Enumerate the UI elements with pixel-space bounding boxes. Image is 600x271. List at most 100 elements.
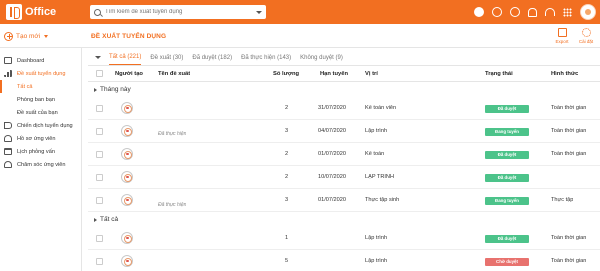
position: Lập trình — [365, 128, 388, 134]
sidebar-item-label: Đề xuất tuyển dụng — [17, 70, 66, 77]
status-badge: Đang tuyển — [485, 197, 529, 205]
row-checkbox[interactable] — [96, 128, 103, 135]
bar-chart-icon — [4, 70, 12, 77]
search-icon — [94, 8, 101, 16]
sidebar-item-label: Lịch phỏng vấn — [17, 148, 55, 155]
group-header-all[interactable]: Tất cả — [88, 214, 600, 225]
creator-avatar — [121, 148, 133, 160]
sidebar-item-label: Chăm sóc ứng viên — [17, 161, 66, 168]
help-icon[interactable] — [510, 7, 520, 17]
sidebar-item-dashboard[interactable]: Dashboard — [0, 54, 81, 67]
tab-rejected[interactable]: Không duyệt (9) — [300, 55, 343, 65]
gear-icon — [581, 28, 591, 37]
quantity: 3 — [285, 197, 289, 203]
row-checkbox[interactable] — [96, 151, 103, 158]
tab-proposed[interactable]: Đề xuất (30) — [150, 55, 183, 65]
position: Kế toán viên — [365, 105, 397, 111]
proposal-name: Đã thực hiện — [158, 202, 187, 208]
column-header-form[interactable]: Hình thức — [551, 71, 578, 77]
sidebar-item-interview-schedule[interactable]: Lịch phỏng vấn — [0, 145, 81, 158]
quantity: 2 — [285, 151, 289, 157]
creator-avatar — [121, 255, 133, 267]
column-header-quantity[interactable]: Số lượng — [273, 71, 299, 77]
group-header-this-month[interactable]: Tháng này — [88, 84, 600, 95]
user-avatar[interactable] — [580, 4, 596, 20]
status-badge-label: Đang tuyển — [485, 128, 529, 136]
column-header-position[interactable]: Vị trí — [365, 71, 378, 77]
collapse-icon[interactable] — [95, 56, 101, 59]
column-header-creator[interactable]: Người tạo — [115, 71, 143, 77]
employment-form: Toàn thời gian — [551, 105, 587, 111]
table-row[interactable]: Đã thực hiện 3 01/07/2020 Thực tập sinh … — [88, 189, 600, 212]
sidebar: Dashboard Đề xuất tuyển dụng Tất cả Phòn… — [0, 48, 82, 271]
status-badge-label: Đã duyệt — [485, 235, 529, 243]
position: Lập trình — [365, 258, 388, 264]
sidebar-item-campaigns[interactable]: Chiến dịch tuyển dụng — [0, 119, 81, 132]
table-row[interactable]: Đã thực hiện 3 04/07/2020 Lập trình Đang… — [88, 120, 600, 143]
export-button[interactable]: Export — [552, 28, 572, 44]
position: Thực tập sinh — [365, 197, 400, 203]
row-checkbox[interactable] — [96, 174, 103, 181]
search-input[interactable] — [105, 9, 256, 15]
headset-icon[interactable] — [545, 8, 555, 16]
sidebar-item-label: Phòng ban bạn — [17, 96, 55, 103]
workplace-icon[interactable] — [474, 7, 484, 17]
page-title: ĐỀ XUẤT TUYỂN DỤNG — [91, 33, 167, 40]
status-badge-label: Chờ duyệt — [485, 258, 529, 266]
table-row[interactable]: 2 01/07/2020 Kế toán Đã duyệt Toàn thời … — [88, 143, 600, 166]
sidebar-subitem-your-department[interactable]: Phòng ban bạn — [0, 93, 81, 106]
row-checkbox[interactable] — [96, 258, 103, 265]
create-button[interactable]: Tạo mới — [4, 30, 49, 42]
status-badge: Chờ duyệt — [485, 258, 529, 266]
sidebar-item-candidates[interactable]: Hồ sơ ứng viên — [0, 132, 81, 145]
deadline: 04/07/2020 — [318, 128, 346, 134]
column-header-deadline[interactable]: Hạn tuyển — [320, 71, 348, 77]
user-icon[interactable] — [492, 7, 502, 17]
status-badge-label: Đã duyệt — [485, 174, 529, 182]
position: Lập trình — [365, 235, 388, 241]
row-checkbox[interactable] — [96, 235, 103, 242]
quantity: 3 — [285, 128, 289, 134]
sidebar-subitem-your-proposals[interactable]: Đề xuất của bạn — [0, 106, 81, 119]
creator-avatar — [121, 125, 133, 137]
quantity: 5 — [285, 258, 289, 264]
create-label: Tạo mới — [16, 32, 41, 40]
proposal-name: Đã thực hiện — [158, 131, 187, 137]
table-row[interactable]: 2 10/07/2020 LẬP TRÌNH Đã duyệt — [88, 166, 600, 189]
export-icon — [557, 28, 567, 37]
search-bar[interactable] — [90, 5, 266, 19]
creator-avatar — [121, 194, 133, 206]
tab-done[interactable]: Đã thực hiện (143) — [241, 55, 291, 65]
caret-right-icon — [94, 87, 97, 92]
table-row[interactable]: 5 Lập trình Chờ duyệt Toàn thời gian — [88, 250, 600, 271]
sidebar-item-recruitment-proposals[interactable]: Đề xuất tuyển dụng — [0, 67, 81, 80]
sidebar-item-label: Hồ sơ ứng viên — [17, 135, 56, 142]
status-badge: Đã duyệt — [485, 174, 529, 182]
megaphone-icon — [4, 122, 12, 129]
profile-icon — [4, 135, 12, 142]
row-checkbox[interactable] — [96, 105, 103, 112]
tab-approved[interactable]: Đã duyệt (182) — [192, 55, 232, 65]
sidebar-item-candidate-care[interactable]: Chăm sóc ứng viên — [0, 158, 81, 171]
column-header-proposal[interactable]: Tên đề xuất — [158, 71, 190, 77]
apps-grid-icon[interactable] — [563, 7, 572, 17]
quantity: 2 — [285, 174, 289, 180]
table-row[interactable]: 1 Lập trình Đã duyệt Toàn thời gian — [88, 227, 600, 250]
app-logo[interactable]: Office — [6, 3, 56, 21]
table-row[interactable]: 2 31/07/2020 Kế toán viên Đã duyệt Toàn … — [88, 97, 600, 120]
group-label: Tháng này — [100, 86, 131, 93]
sidebar-item-label: Tất cả — [17, 83, 33, 90]
select-all-checkbox[interactable] — [96, 70, 103, 77]
column-header-status[interactable]: Trạng thái — [485, 71, 513, 77]
status-badge-label: Đã duyệt — [485, 151, 529, 159]
top-bar: Office — [0, 0, 600, 24]
chevron-down-icon[interactable] — [256, 10, 262, 14]
settings-button[interactable]: Cài đặt — [576, 28, 596, 44]
bell-icon[interactable] — [528, 7, 537, 17]
tab-all[interactable]: Tất cả (221) — [109, 54, 142, 65]
employment-form: Thực tập — [551, 197, 574, 203]
row-checkbox[interactable] — [96, 197, 103, 204]
sidebar-subitem-all[interactable]: Tất cả — [0, 80, 81, 93]
status-badge: Đã duyệt — [485, 151, 529, 159]
deadline: 10/07/2020 — [318, 174, 346, 180]
